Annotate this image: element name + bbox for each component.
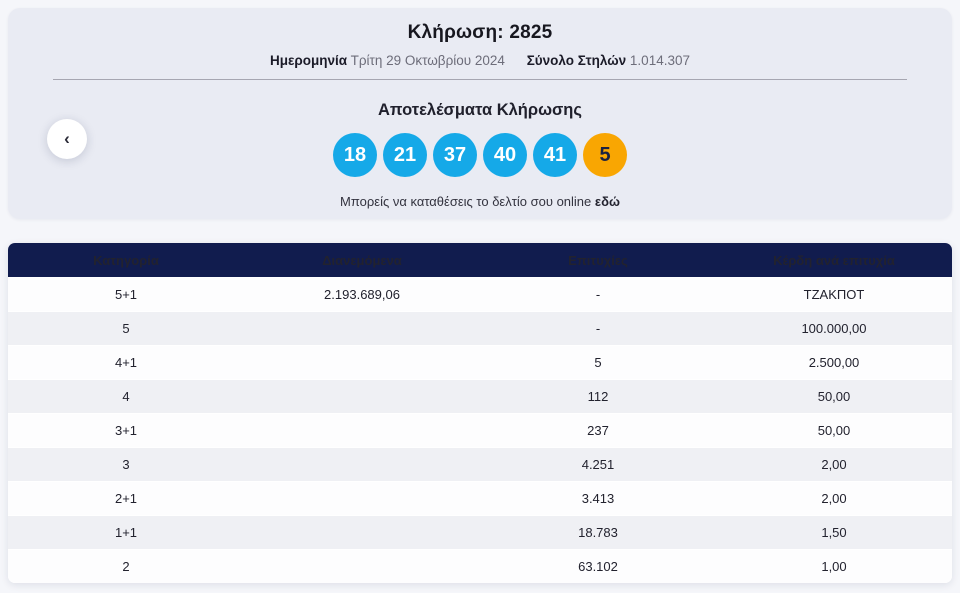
draw-date: Ημερομηνία Τρίτη 29 Οκτωβρίου 2024 xyxy=(270,53,505,68)
cell-prize: 1,50 xyxy=(821,525,847,540)
header-prize: Κέρδη ανά επιτυχία xyxy=(773,252,895,268)
results-title: Αποτελέσματα Κλήρωσης xyxy=(378,101,582,119)
table-row: 1+1 18.783 1,50 xyxy=(8,515,952,549)
cell-winners: 18.783 xyxy=(578,525,618,540)
draw-date-value: Τρίτη 29 Οκτωβρίου 2024 xyxy=(350,53,505,68)
cell-category: 5 xyxy=(122,321,130,336)
cell-prize: 50,00 xyxy=(817,423,851,438)
cell-prize: 1,00 xyxy=(821,559,847,574)
cell-prize: 2.500,00 xyxy=(808,355,860,370)
cta-text: Μπορείς να καταθέσεις το δελτίο σου onli… xyxy=(340,194,592,209)
draw-meta: Ημερομηνία Τρίτη 29 Οκτωβρίου 2024 Σύνολ… xyxy=(8,53,952,68)
cell-category: 2+1 xyxy=(114,491,138,506)
table-row: 3+1 237 50,00 xyxy=(8,413,952,447)
table-row: 2+1 3.413 2,00 xyxy=(8,481,952,515)
header-category: Κατηγορία xyxy=(93,252,159,268)
table-row: 4+1 5 2.500,00 xyxy=(8,345,952,379)
cell-category: 3 xyxy=(122,457,130,472)
cell-prize: 2,00 xyxy=(821,457,847,472)
cell-winners: 63.102 xyxy=(578,559,618,574)
cell-winners: 237 xyxy=(587,423,609,438)
table-body: 5+1 2.193.689,06 - ΤΖΑΚΠΟΤ 5 - 100.000,0… xyxy=(8,277,952,583)
draw-panel: Κλήρωση: 2825 Ημερομηνία Τρίτη 29 Οκτωβρ… xyxy=(8,8,952,219)
cell-winners: 5 xyxy=(594,355,602,370)
cell-winners: - xyxy=(595,321,601,336)
header-distributed: Διανεμόμενα xyxy=(322,252,402,268)
table-row: 4 112 50,00 xyxy=(8,379,952,413)
winning-numbers: 18 21 37 40 41 5 xyxy=(8,133,952,177)
number-ball: 37 xyxy=(433,133,477,177)
table-row: 3 4.251 2,00 xyxy=(8,447,952,481)
cta-line: Μπορείς να καταθέσεις το δελτίο σου onli… xyxy=(8,194,952,209)
number-ball: 21 xyxy=(383,133,427,177)
cell-winners: 112 xyxy=(587,389,609,404)
cell-distributed: 2.193.689,06 xyxy=(324,287,400,302)
draw-date-label: Ημερομηνία xyxy=(270,53,348,68)
divider xyxy=(53,79,907,80)
cell-category: 5+1 xyxy=(114,287,138,302)
cell-prize: 50,00 xyxy=(817,389,851,404)
header-winners: Επιτυχίες xyxy=(568,252,628,268)
number-ball: 40 xyxy=(483,133,527,177)
back-button[interactable]: ‹ xyxy=(47,119,87,159)
cell-category: 1+1 xyxy=(114,525,138,540)
cell-winners: 4.251 xyxy=(581,457,615,472)
table-header-row: Κατηγορία Διανεμόμενα Επιτυχίες Κέρδη αν… xyxy=(8,243,952,277)
number-ball: 41 xyxy=(533,133,577,177)
cell-prize: ΤΖΑΚΠΟΤ xyxy=(803,287,865,302)
page-title: Κλήρωση: 2825 xyxy=(407,22,553,43)
total-columns-label: Σύνολο Στηλών xyxy=(526,53,627,68)
bonus-number-ball: 5 xyxy=(583,133,627,177)
chevron-left-icon: ‹ xyxy=(64,128,70,148)
table-row: 5 - 100.000,00 xyxy=(8,311,952,345)
cell-category: 4 xyxy=(122,389,130,404)
cell-winners: - xyxy=(595,287,601,302)
cell-prize: 100.000,00 xyxy=(801,321,867,336)
total-columns: Σύνολο Στηλών 1.014.307 xyxy=(527,53,690,68)
cell-category: 2 xyxy=(122,559,130,574)
cell-category: 3+1 xyxy=(114,423,138,438)
cell-winners: 3.413 xyxy=(581,491,615,506)
total-columns-value: 1.014.307 xyxy=(629,53,690,68)
table-row: 2 63.102 1,00 xyxy=(8,549,952,583)
table-row: 5+1 2.193.689,06 - ΤΖΑΚΠΟΤ xyxy=(8,277,952,311)
prize-table: Κατηγορία Διανεμόμενα Επιτυχίες Κέρδη αν… xyxy=(8,243,952,583)
cell-prize: 2,00 xyxy=(821,491,847,506)
lottery-results-page: Κλήρωση: 2825 Ημερομηνία Τρίτη 29 Οκτωβρ… xyxy=(0,0,960,593)
number-ball: 18 xyxy=(333,133,377,177)
cta-link[interactable]: εδώ xyxy=(595,194,620,209)
cell-category: 4+1 xyxy=(114,355,138,370)
